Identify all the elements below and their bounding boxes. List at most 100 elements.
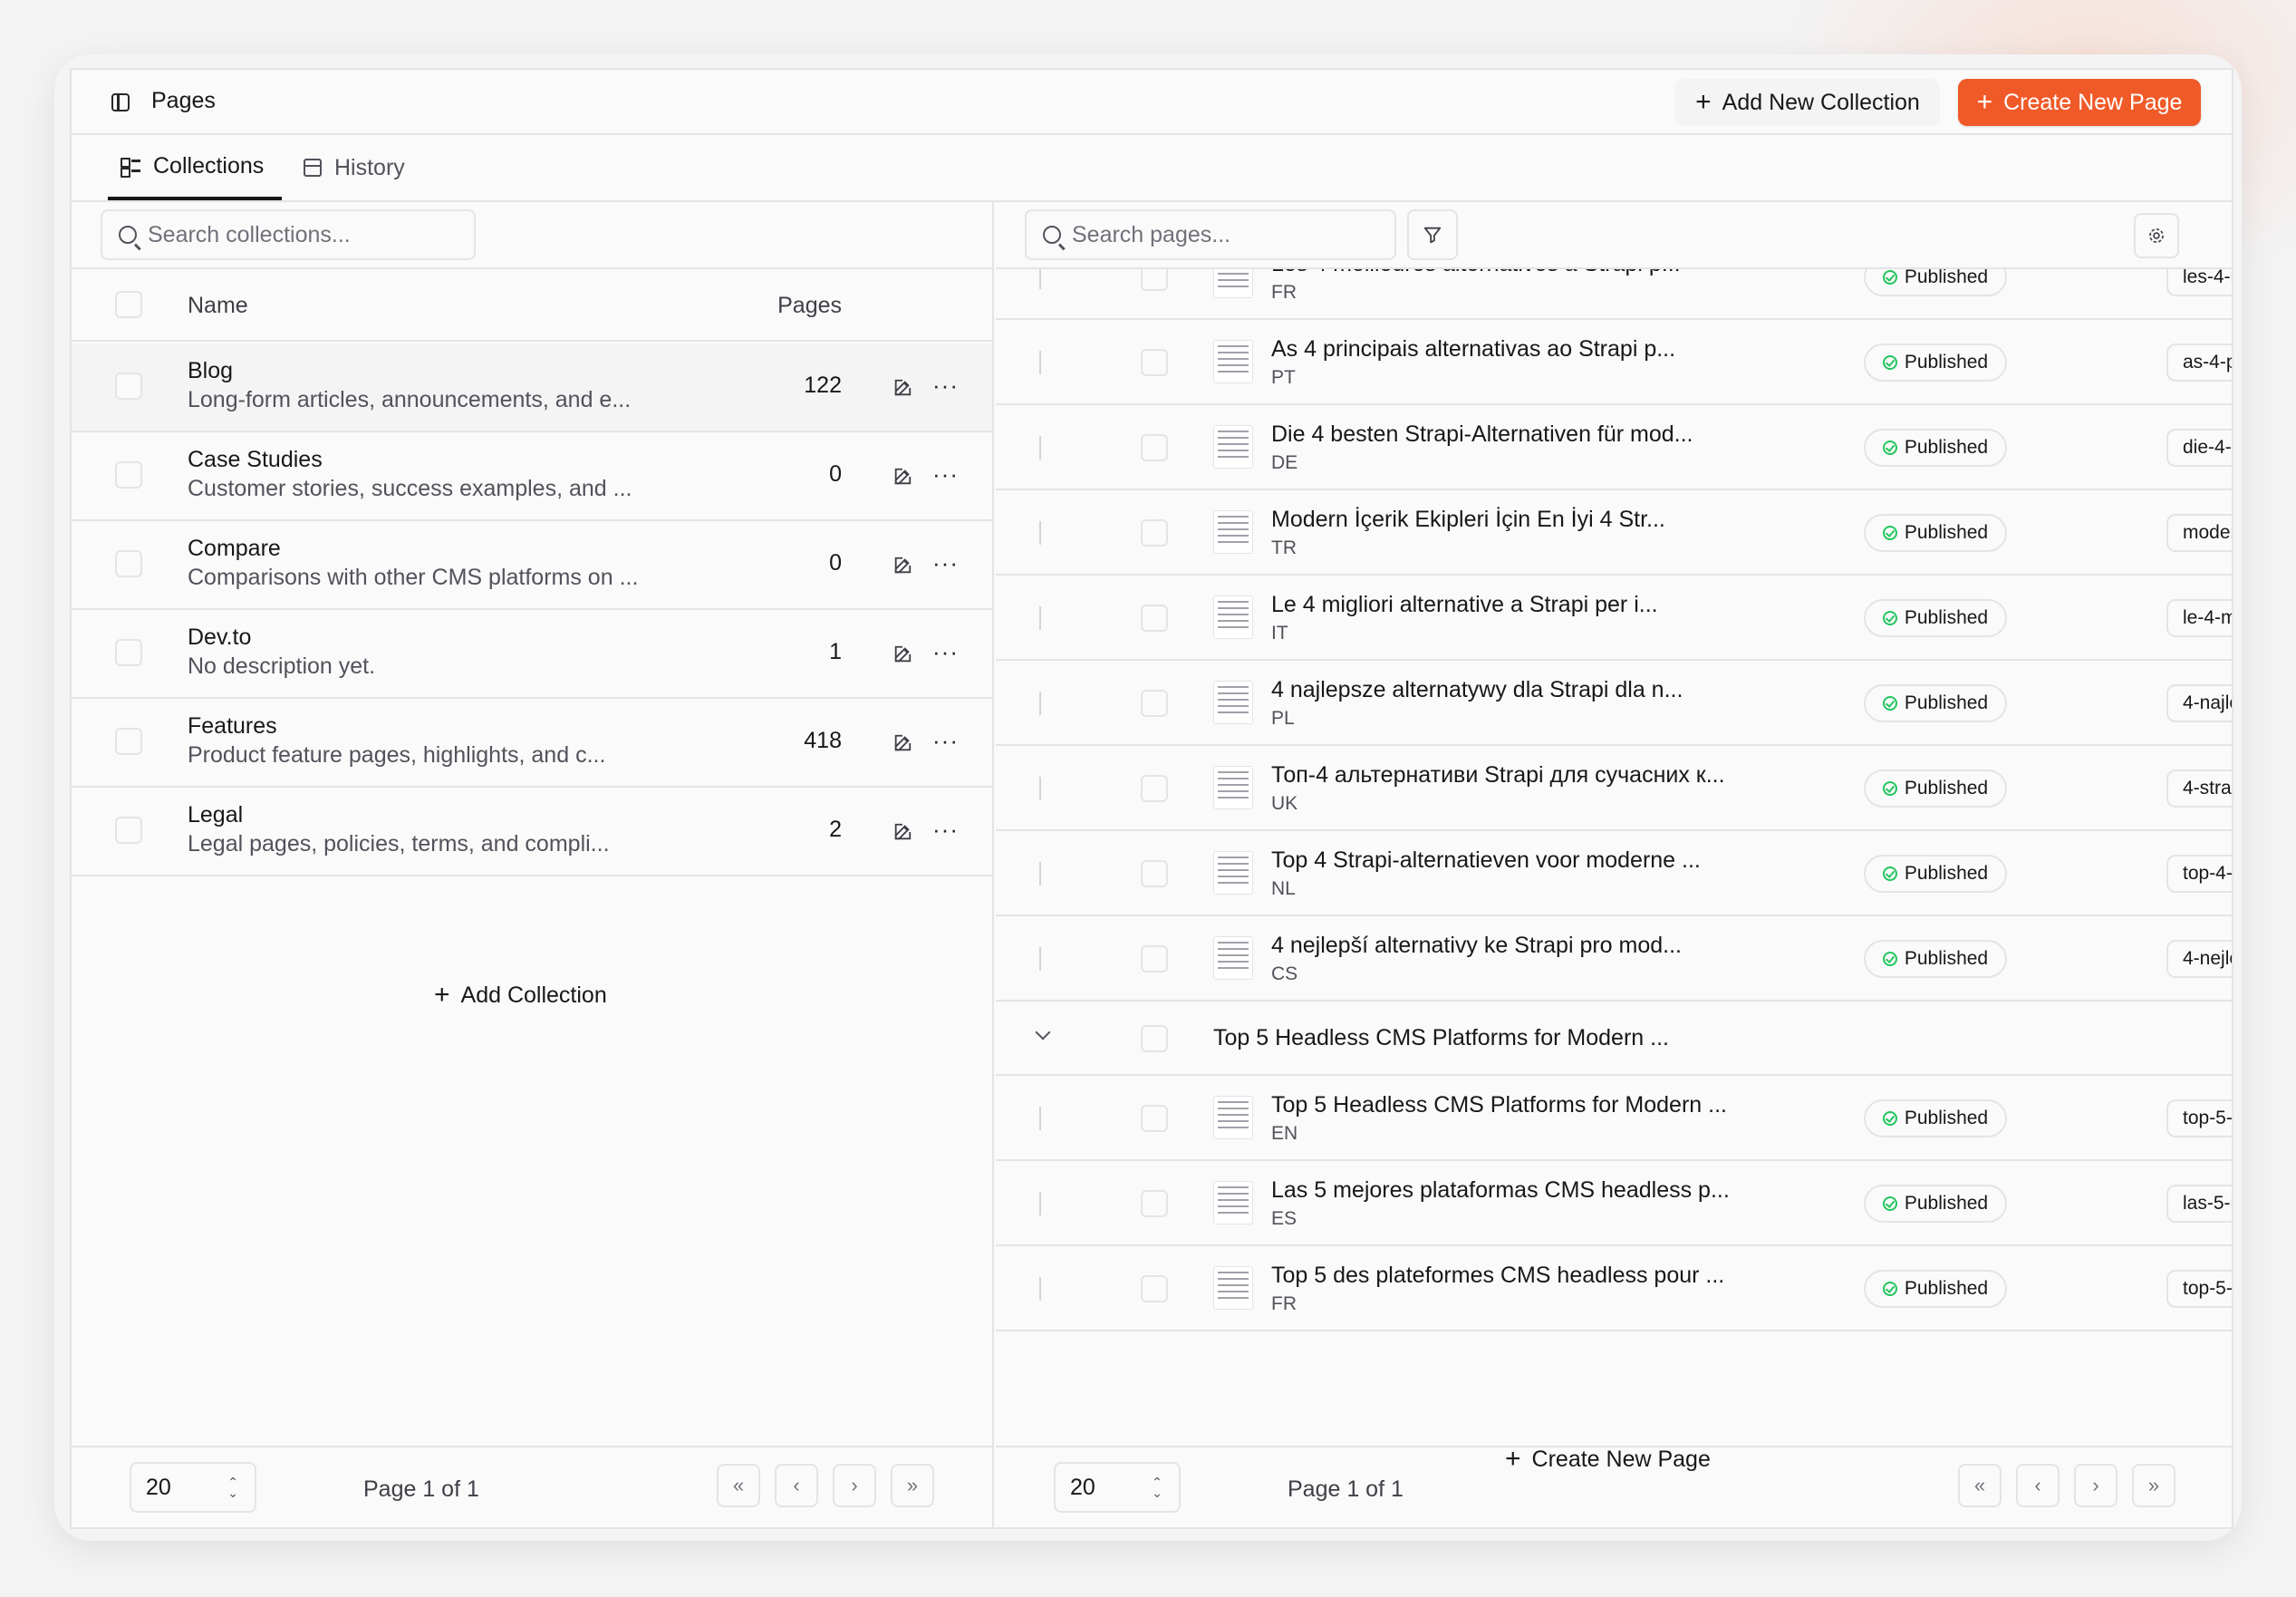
page-thumbnail	[1213, 851, 1253, 895]
gear-icon	[2149, 228, 2164, 243]
page-title: Les 4 meilleures alternatives à Strapi p…	[1271, 269, 1681, 277]
page-language: NL	[1271, 878, 1296, 899]
row-checkbox[interactable]	[115, 639, 142, 666]
add-collection-button[interactable]: + Add Collection	[434, 982, 607, 1009]
page-row[interactable]: Топ-4 альтернативи Strapi для сучасних к…	[996, 746, 2232, 831]
settings-button[interactable]	[2134, 213, 2179, 258]
tree-line	[1039, 862, 1041, 886]
slug-badge: top-5-headles	[2166, 1099, 2232, 1137]
page-group-row[interactable]: Top 5 Headless CMS Platforms for Modern …	[996, 1002, 2232, 1076]
edit-icon[interactable]	[892, 556, 912, 576]
page-size-select[interactable]: 20 ⌃ ⌄	[130, 1462, 256, 1513]
slug-badge: as-4-principa	[2166, 344, 2232, 382]
row-checkbox[interactable]	[1141, 1275, 1168, 1302]
edit-icon[interactable]	[892, 644, 912, 664]
search-pages-input[interactable]: Search pages...	[1025, 209, 1396, 260]
add-new-collection-button[interactable]: + Add New Collection	[1675, 79, 1940, 126]
more-options-icon[interactable]: ···	[932, 373, 959, 397]
filter-button[interactable]	[1407, 209, 1458, 260]
row-checkbox[interactable]	[1141, 1105, 1168, 1132]
edit-icon[interactable]	[892, 467, 912, 487]
previous-page-button[interactable]: ‹	[775, 1464, 818, 1507]
tab-history[interactable]: History	[304, 135, 405, 200]
tree-line	[1039, 351, 1041, 374]
next-page-button[interactable]: ›	[2074, 1464, 2118, 1507]
row-checkbox[interactable]	[115, 461, 142, 489]
sidebar-toggle-icon[interactable]	[111, 93, 130, 111]
page-size-select[interactable]: 20 ⌃ ⌄	[1054, 1462, 1181, 1513]
collection-description: Product feature pages, highlights, and c…	[188, 742, 606, 768]
collection-row[interactable]: Legal Legal pages, policies, terms, and …	[72, 788, 992, 876]
select-all-checkbox[interactable]	[115, 291, 142, 318]
page-thumbnail	[1213, 269, 1253, 298]
edit-icon[interactable]	[892, 378, 912, 398]
slug-badge: die-4-besten-	[2166, 429, 2232, 467]
row-checkbox[interactable]	[115, 817, 142, 844]
collection-page-count: 1	[829, 639, 842, 664]
row-checkbox[interactable]	[1141, 605, 1168, 632]
last-page-button[interactable]: »	[2132, 1464, 2175, 1507]
row-checkbox[interactable]	[1141, 434, 1168, 461]
page-row[interactable]: As 4 principais alternativas ao Strapi p…	[996, 320, 2232, 405]
next-page-button[interactable]: ›	[833, 1464, 876, 1507]
collection-row[interactable]: Dev.to No description yet. 1 ···	[72, 610, 992, 699]
page-row[interactable]: Las 5 mejores plataformas CMS headless p…	[996, 1161, 2232, 1246]
group-checkbox[interactable]	[1141, 1025, 1168, 1052]
page-row[interactable]: Le 4 migliori alternative a Strapi per i…	[996, 576, 2232, 661]
status-badge: Published	[1864, 429, 2007, 467]
page-row[interactable]: Die 4 besten Strapi-Alternativen für mod…	[996, 405, 2232, 490]
row-checkbox[interactable]	[1141, 519, 1168, 547]
search-icon	[1043, 226, 1061, 244]
collection-description: No description yet.	[188, 653, 376, 679]
row-checkbox[interactable]	[1141, 1190, 1168, 1217]
check-circle-icon	[1882, 696, 1897, 711]
collection-row[interactable]: Blog Long-form articles, announcements, …	[72, 344, 992, 432]
slug-badge: modern-icerik	[2166, 514, 2232, 552]
create-new-page-button[interactable]: + Create New Page	[1958, 79, 2201, 126]
search-collections-input[interactable]: Search collections...	[101, 209, 476, 260]
row-checkbox[interactable]	[115, 728, 142, 755]
edit-icon[interactable]	[892, 733, 912, 753]
page-row[interactable]: Top 5 Headless CMS Platforms for Modern …	[996, 1076, 2232, 1161]
page-thumbnail	[1213, 1096, 1253, 1139]
search-placeholder: Search collections...	[148, 221, 351, 247]
page-size-value: 20	[1070, 1474, 1095, 1500]
page-row[interactable]: Les 4 meilleures alternatives à Strapi p…	[996, 269, 2232, 320]
collection-row[interactable]: Compare Comparisons with other CMS platf…	[72, 521, 992, 610]
page-thumbnail	[1213, 510, 1253, 554]
more-options-icon[interactable]: ···	[932, 640, 959, 663]
row-checkbox[interactable]	[115, 373, 142, 400]
row-checkbox[interactable]	[1141, 775, 1168, 802]
row-checkbox[interactable]	[1141, 690, 1168, 717]
edit-icon[interactable]	[892, 822, 912, 842]
calendar-icon	[304, 159, 322, 177]
tree-line	[1039, 947, 1041, 971]
first-page-button[interactable]: «	[1958, 1464, 2002, 1507]
row-checkbox[interactable]	[115, 550, 142, 577]
page-row[interactable]: Top 4 Strapi-alternatieven voor moderne …	[996, 831, 2232, 916]
collection-row[interactable]: Case Studies Customer stories, success e…	[72, 432, 992, 521]
more-options-icon[interactable]: ···	[932, 729, 959, 752]
page-row[interactable]: 4 nejlepší alternativy ke Strapi pro mod…	[996, 916, 2232, 1002]
previous-page-button[interactable]: ‹	[2016, 1464, 2060, 1507]
page-row[interactable]: 4 najlepsze alternatywy dla Strapi dla n…	[996, 661, 2232, 746]
row-checkbox[interactable]	[1141, 945, 1168, 973]
last-page-button[interactable]: »	[891, 1464, 934, 1507]
more-options-icon[interactable]: ···	[932, 818, 959, 841]
collection-row[interactable]: Features Product feature pages, highligh…	[72, 699, 992, 788]
more-options-icon[interactable]: ···	[932, 551, 959, 575]
more-options-icon[interactable]: ···	[932, 462, 959, 486]
page-title: 4 nejlepší alternativy ke Strapi pro mod…	[1271, 933, 1683, 958]
first-page-button[interactable]: «	[717, 1464, 760, 1507]
row-checkbox[interactable]	[1141, 349, 1168, 376]
check-circle-icon	[1882, 270, 1897, 285]
row-checkbox[interactable]	[1141, 269, 1168, 291]
tree-line	[1039, 1277, 1041, 1301]
row-checkbox[interactable]	[1141, 860, 1168, 887]
page-row[interactable]: Top 5 des plateformes CMS headless pour …	[996, 1246, 2232, 1331]
page-row[interactable]: Modern İçerik Ekipleri İçin En İyi 4 Str…	[996, 490, 2232, 576]
tab-collections[interactable]: Collections	[108, 135, 282, 200]
collections-table-header: Name Pages	[72, 267, 992, 342]
chevron-down-icon[interactable]	[1035, 1024, 1051, 1040]
status-badge: Published	[1864, 269, 2007, 296]
